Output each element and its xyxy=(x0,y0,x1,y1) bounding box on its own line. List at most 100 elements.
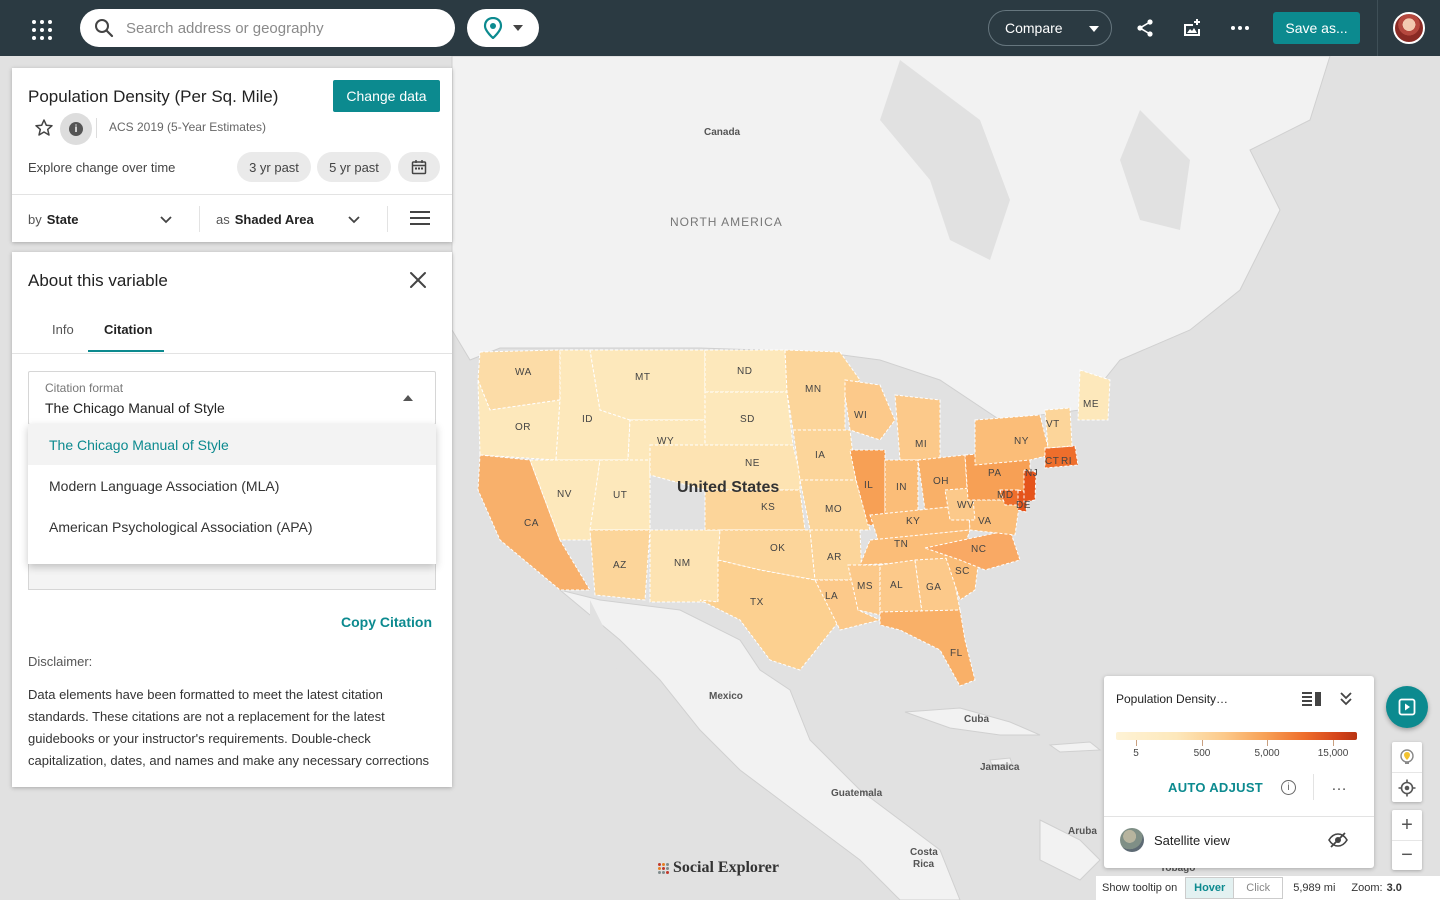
tab-citation[interactable]: Citation xyxy=(104,322,152,337)
label-rica: Rica xyxy=(913,859,935,870)
citation-format-label: Citation format xyxy=(45,381,124,395)
share-icon[interactable] xyxy=(1133,16,1157,40)
legend-layout-icon[interactable] xyxy=(1302,691,1322,707)
citation-option-chicago[interactable]: The Chicago Manual of Style xyxy=(28,424,436,465)
variable-title: Population Density (Per Sq. Mile) xyxy=(28,87,279,106)
divider xyxy=(12,194,452,195)
location-picker-button[interactable] xyxy=(467,9,539,47)
as-prefix: as xyxy=(216,211,230,227)
label-canada: Canada xyxy=(704,127,741,138)
geography-level-value: State xyxy=(46,211,79,227)
state-mn: MN xyxy=(805,384,822,395)
citation-option-apa[interactable]: American Psychological Association (APA) xyxy=(28,506,436,547)
calendar-button[interactable] xyxy=(398,152,440,182)
state-ga: GA xyxy=(926,582,942,593)
visibility-off-icon[interactable] xyxy=(1328,830,1348,850)
light-bulb-icon[interactable] xyxy=(1392,742,1422,772)
info-icon[interactable]: i xyxy=(1281,780,1296,795)
copy-citation-button[interactable]: Copy Citation xyxy=(341,614,432,630)
divider xyxy=(387,206,388,232)
legend-value: 5 xyxy=(1133,748,1139,759)
state-mo: MO xyxy=(825,504,843,515)
state-sd: SD xyxy=(740,414,755,425)
state-ny: NY xyxy=(1014,436,1029,447)
more-options-icon[interactable] xyxy=(1228,16,1252,40)
data-selection-panel: Population Density (Per Sq. Mile) Change… xyxy=(12,68,452,242)
top-bar: Compare Save as... xyxy=(0,0,1440,56)
state-wv: WV xyxy=(957,500,975,511)
state-ri: RI xyxy=(1061,456,1072,467)
state-mi: MI xyxy=(915,439,928,450)
visualization-type-dropdown[interactable]: as Shaded Area xyxy=(216,204,362,234)
label-aruba: Aruba xyxy=(1068,826,1097,837)
tooltip-click-option[interactable]: Click xyxy=(1234,878,1282,898)
zoom-in-icon[interactable]: + xyxy=(1392,810,1422,840)
user-avatar[interactable] xyxy=(1393,12,1425,44)
legend-title: Population Density… xyxy=(1116,692,1229,706)
state-va: VA xyxy=(978,516,992,527)
state-nm: NM xyxy=(674,558,691,569)
export-image-icon[interactable] xyxy=(1180,16,1204,40)
save-as-button[interactable]: Save as... xyxy=(1273,12,1360,44)
state-or: OR xyxy=(515,422,531,433)
favorite-star-icon[interactable] xyxy=(34,118,54,138)
hamburger-menu-icon[interactable] xyxy=(410,211,430,227)
state-sc: SC xyxy=(955,566,970,577)
legend-value: 15,000 xyxy=(1317,748,1349,759)
more-options-icon[interactable]: … xyxy=(1331,777,1348,795)
citation-format-value: The Chicago Manual of Style xyxy=(45,400,225,416)
state-ms: MS xyxy=(857,581,873,592)
satellite-thumbnail[interactable] xyxy=(1120,828,1144,852)
state-ks: KS xyxy=(761,502,776,513)
state-fl: FL xyxy=(950,648,963,659)
map-status-bar: Show tooltip on Hover Click 5,989 mi Zoo… xyxy=(1096,876,1440,900)
zoom-label: Zoom: xyxy=(1351,882,1383,894)
state-mt: MT xyxy=(635,372,651,383)
zoom-out-icon[interactable]: − xyxy=(1392,840,1422,870)
toolbar-divider xyxy=(1377,0,1378,56)
presentation-mode-button[interactable] xyxy=(1386,686,1428,728)
logo-dots-icon xyxy=(658,862,669,874)
collapse-chevrons-icon[interactable] xyxy=(1338,690,1354,708)
state-ia: IA xyxy=(815,450,826,461)
citation-option-mla[interactable]: Modern Language Association (MLA) xyxy=(28,465,436,506)
search-box[interactable] xyxy=(80,9,455,47)
active-tab-indicator xyxy=(88,350,164,352)
close-icon[interactable] xyxy=(408,270,428,290)
state-tx: TX xyxy=(750,597,764,608)
auto-adjust-button[interactable]: AUTO ADJUST xyxy=(1168,780,1263,795)
tab-info[interactable]: Info xyxy=(52,322,74,337)
apps-grid-icon[interactable] xyxy=(28,16,52,40)
location-controls xyxy=(1392,742,1422,802)
info-icon: i xyxy=(69,122,83,136)
compare-button[interactable]: Compare xyxy=(988,10,1112,46)
search-icon xyxy=(95,19,114,38)
calendar-icon xyxy=(411,160,427,175)
state-ky: KY xyxy=(906,516,921,527)
legend-value: 500 xyxy=(1193,748,1211,759)
state-az: AZ xyxy=(613,560,627,571)
state-wa: WA xyxy=(515,367,532,378)
tooltip-hover-option[interactable]: Hover xyxy=(1186,878,1235,898)
search-input[interactable] xyxy=(126,19,426,37)
disclaimer-text: Data elements have been formatted to mee… xyxy=(28,687,430,768)
my-location-icon[interactable] xyxy=(1392,772,1422,802)
by-prefix: by xyxy=(28,211,42,227)
scale-distance: 5,989 mi xyxy=(1293,882,1336,894)
state-nv: NV xyxy=(557,489,572,500)
brand-text: Social Explorer xyxy=(673,859,779,876)
geography-level-dropdown[interactable]: by State xyxy=(28,204,174,234)
divider xyxy=(199,206,200,232)
label-costa: Costa xyxy=(910,847,938,858)
info-button[interactable]: i xyxy=(60,113,92,145)
label-mexico: Mexico xyxy=(709,691,743,702)
state-ut: UT xyxy=(613,490,628,501)
citation-format-select[interactable]: Citation format The Chicago Manual of St… xyxy=(28,371,436,425)
state-ar: AR xyxy=(827,552,842,563)
chevron-down-icon xyxy=(160,216,172,224)
state-oh: OH xyxy=(933,476,949,487)
change-data-button[interactable]: Change data xyxy=(333,80,440,112)
divider xyxy=(1313,774,1314,800)
three-year-past-button[interactable]: 3 yr past xyxy=(237,152,311,182)
five-year-past-button[interactable]: 5 yr past xyxy=(317,152,391,182)
